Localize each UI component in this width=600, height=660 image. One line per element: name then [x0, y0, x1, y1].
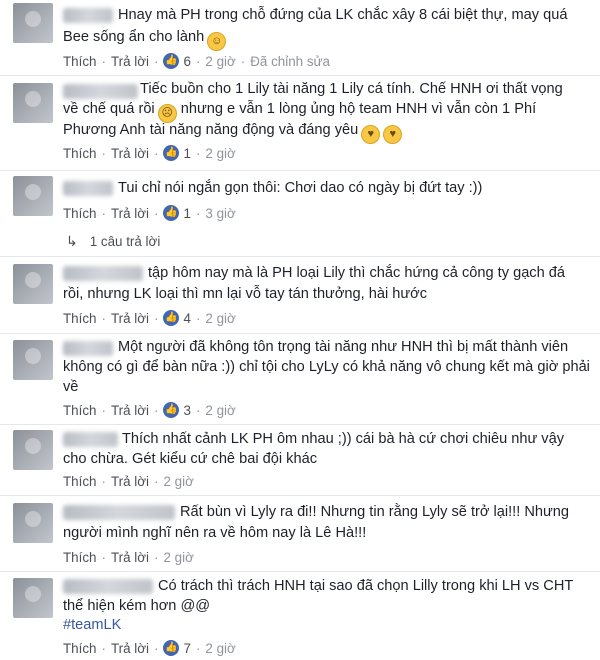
comment-text-line: nhưng e vẫn 1 lòng ủng hộ team HNH vì vẫ…	[180, 101, 537, 117]
comment-text-line: Phương Anh tài năng năng động và đáng yê…	[63, 122, 359, 138]
like-count[interactable]: 6	[183, 54, 190, 69]
comment-text-line: về chế quá rồi	[63, 101, 155, 117]
author-name[interactable]	[63, 181, 113, 196]
reply-button[interactable]: Trả lời	[111, 403, 149, 418]
comment-text: không có gì để bàn nữa :)) chỉ tội cho L…	[63, 359, 590, 375]
timestamp[interactable]: 2 giờ	[163, 550, 193, 565]
reply-button[interactable]: Trả lời	[111, 146, 149, 161]
comment-text: người mình nghĩ nên ra về hôm nay là Lê …	[63, 525, 367, 541]
view-replies-link[interactable]: ↳ 1 câu trả lời	[66, 233, 160, 250]
comment-text: Một người đã không tôn trọng tài năng nh…	[118, 339, 569, 355]
timestamp[interactable]: 2 giờ	[205, 403, 235, 418]
divider	[0, 170, 600, 171]
thumbs-up-icon[interactable]: 👍	[163, 640, 180, 656]
comment-text: Tui chỉ nói ngắn gọn thôi: Chơi dao có n…	[118, 180, 483, 196]
comment-text: về	[63, 379, 79, 395]
timestamp[interactable]: 2 giờ	[205, 641, 235, 656]
comment-text: Rất bùn vì Lyly ra đi!! Nhưng tin rằng L…	[180, 504, 569, 520]
timestamp[interactable]: 2 giờ	[205, 54, 235, 69]
like-count[interactable]: 4	[183, 311, 190, 326]
edited-label[interactable]: Đã chỉnh sửa	[250, 54, 330, 69]
reply-button[interactable]: Trả lời	[111, 54, 149, 69]
author-name[interactable]	[63, 505, 175, 520]
avatar[interactable]	[13, 83, 53, 123]
smile-emoji-icon: ☺	[207, 32, 227, 51]
comment-text: Tiếc buồn cho 1 Lily tài năng 1 Lily cá …	[140, 81, 563, 97]
avatar[interactable]	[13, 340, 53, 380]
avatar[interactable]	[13, 3, 53, 43]
comment-text: cho chừa. Gét kiểu cứ chê bai đội khác	[63, 451, 317, 467]
author-name[interactable]	[63, 266, 143, 281]
timestamp[interactable]: 2 giờ	[205, 311, 235, 326]
comment-text: Hnay mà PH trong chỗ đứng của LK chắc xâ…	[118, 7, 568, 23]
timestamp[interactable]: 2 giờ	[205, 146, 235, 161]
like-button[interactable]: Thích	[63, 206, 97, 221]
comment-actions: Thích · Trả lời · 👍 6 · 2 giờ · Đã chỉnh…	[63, 53, 330, 69]
avatar[interactable]	[13, 578, 53, 618]
divider	[0, 571, 600, 572]
timestamp[interactable]: 2 giờ	[163, 474, 193, 489]
author-name[interactable]	[63, 84, 138, 99]
reply-count[interactable]: 1 câu trả lời	[90, 234, 161, 249]
avatar[interactable]	[13, 430, 53, 470]
reply-button[interactable]: Trả lời	[111, 550, 149, 565]
comment-text: tập hôm nay mà là PH loại Lily thì chắc …	[148, 265, 566, 281]
reply-button[interactable]: Trả lời	[111, 641, 149, 656]
thumbs-up-icon[interactable]: 👍	[163, 310, 180, 326]
reply-button[interactable]: Trả lời	[111, 311, 149, 326]
divider	[0, 256, 600, 257]
timestamp[interactable]: 3 giờ	[205, 206, 235, 221]
avatar[interactable]	[13, 176, 53, 216]
heart-eyes-emoji-icon: ♥	[361, 125, 381, 144]
reply-button[interactable]: Trả lời	[111, 474, 149, 489]
comment-text: rồi, nhưng LK loại thì mn lại vỗ tay tán…	[63, 286, 428, 302]
comment-actions: Thích · Trả lời · 👍 3 · 2 giờ	[63, 402, 236, 418]
comment-actions: Thích · Trả lời · 👍 1 · 3 giờ	[63, 205, 236, 221]
author-name[interactable]	[63, 432, 118, 447]
like-button[interactable]: Thích	[63, 403, 97, 418]
comment-text-line: Bee sống ẩn cho lành	[63, 29, 205, 45]
divider	[0, 495, 600, 496]
comment-actions: Thích · Trả lời · 2 giờ	[63, 550, 194, 565]
author-name[interactable]	[63, 579, 153, 594]
comment-actions: Thích · Trả lời · 👍 4 · 2 giờ	[63, 310, 236, 326]
comment-actions: Thích · Trả lời · 👍 1 · 2 giờ	[63, 145, 236, 161]
like-button[interactable]: Thích	[63, 54, 97, 69]
like-count[interactable]: 1	[183, 146, 190, 161]
thumbs-up-icon[interactable]: 👍	[163, 53, 180, 69]
divider	[0, 333, 600, 334]
heart-eyes-emoji-icon: ♥	[383, 125, 403, 144]
comment-text: thể hiện kém hơn @@	[63, 598, 211, 614]
comment-actions: Thích · Trả lời · 👍 7 · 2 giờ	[63, 640, 236, 656]
comment-text: Phương Anh tài năng năng động và đáng yê…	[63, 120, 403, 144]
reply-arrow-icon: ↳	[66, 233, 78, 249]
comment-text: Có trách thì trách HNH tại sao đã chọn L…	[158, 578, 574, 594]
author-name[interactable]	[63, 341, 113, 356]
comment-text: Thích nhất cảnh LK PH ôm nhau ;)) cái bà…	[122, 431, 565, 447]
like-button[interactable]: Thích	[63, 146, 97, 161]
thumbs-up-icon[interactable]: 👍	[163, 205, 180, 221]
thumbs-up-icon[interactable]: 👍	[163, 402, 180, 418]
like-count[interactable]: 1	[183, 206, 190, 221]
like-button[interactable]: Thích	[63, 311, 97, 326]
like-count[interactable]: 3	[183, 403, 190, 418]
reply-button[interactable]: Trả lời	[111, 206, 149, 221]
hashtag-link[interactable]: #teamLK	[63, 615, 121, 635]
author-name[interactable]	[63, 8, 113, 23]
divider	[0, 424, 600, 425]
divider	[0, 75, 600, 76]
like-button[interactable]: Thích	[63, 641, 97, 656]
comment-actions: Thích · Trả lời · 2 giờ	[63, 474, 194, 489]
avatar[interactable]	[13, 503, 53, 543]
like-count[interactable]: 7	[183, 641, 190, 656]
comment-text: Bee sống ẩn cho lành ☺	[63, 27, 227, 51]
thumbs-up-icon[interactable]: 👍	[163, 145, 180, 161]
like-button[interactable]: Thích	[63, 550, 97, 565]
like-button[interactable]: Thích	[63, 474, 97, 489]
avatar[interactable]	[13, 264, 53, 304]
